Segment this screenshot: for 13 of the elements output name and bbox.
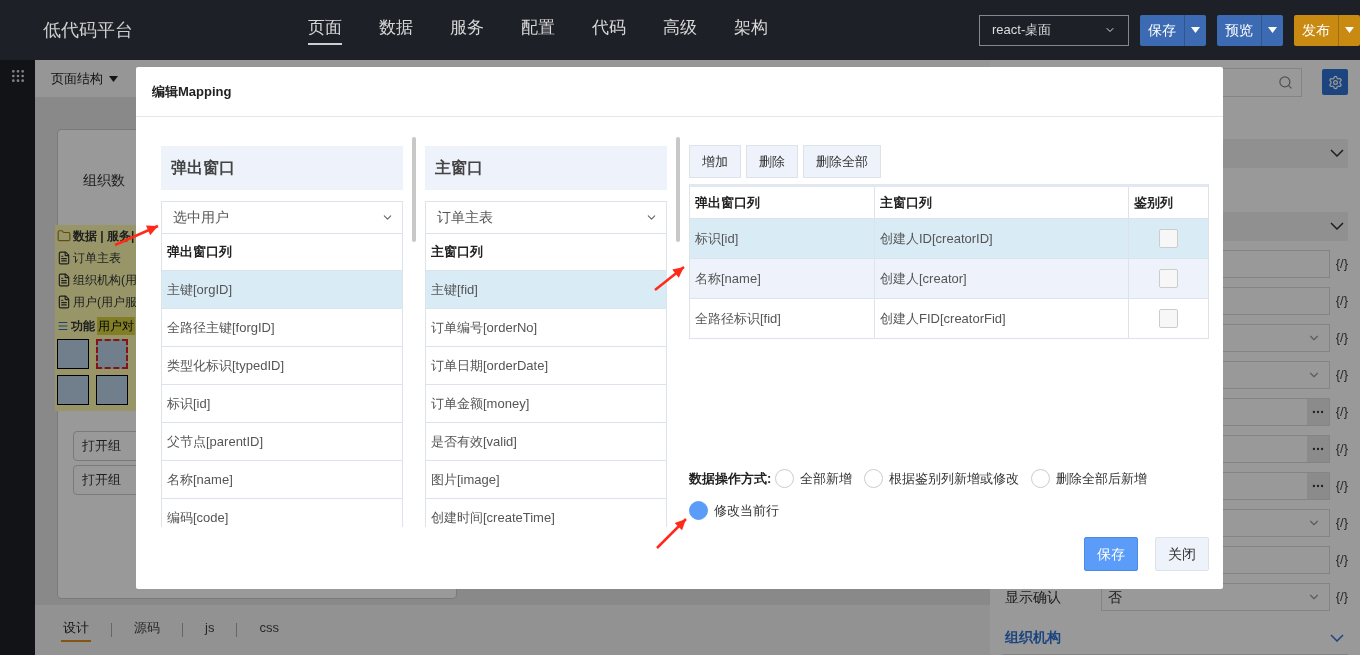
property-label: 显示确认 [1004, 587, 1062, 607]
card-title: 组织数 [83, 172, 125, 188]
section-title: 组织机构 [1005, 628, 1061, 647]
dialog-title: 编辑Mapping [152, 82, 232, 101]
function-label: 功能 [71, 318, 95, 335]
function-tag: 用户对 [97, 317, 135, 335]
app-logo: 低代码平台 [43, 18, 134, 42]
table-cell: 创建人FID[creatorFid] [875, 299, 1129, 338]
list-title: 弹出窗口 [161, 146, 403, 190]
mode-label: 数据操作方式: [689, 470, 772, 488]
column-header: 鉴别列 [1133, 193, 1174, 212]
list-title: 主窗口 [425, 146, 667, 190]
table-cell: 全路径标识[fid] [690, 299, 875, 338]
